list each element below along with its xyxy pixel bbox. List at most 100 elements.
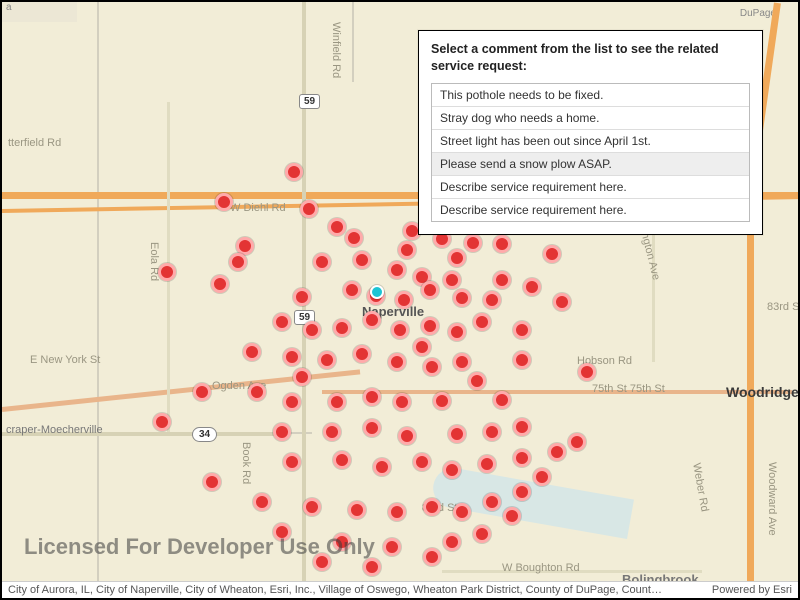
service-request-marker[interactable] xyxy=(443,533,461,551)
service-request-marker[interactable] xyxy=(303,321,321,339)
service-request-marker[interactable] xyxy=(345,229,363,247)
service-request-marker[interactable] xyxy=(473,313,491,331)
service-request-marker[interactable] xyxy=(493,235,511,253)
service-request-marker[interactable] xyxy=(343,281,361,299)
service-request-marker[interactable] xyxy=(243,343,261,361)
selected-marker[interactable] xyxy=(370,285,384,299)
service-request-marker[interactable] xyxy=(248,383,266,401)
service-request-marker[interactable] xyxy=(363,311,381,329)
service-request-marker[interactable] xyxy=(448,323,466,341)
service-request-marker[interactable] xyxy=(483,291,501,309)
service-request-marker[interactable] xyxy=(464,234,482,252)
service-request-marker[interactable] xyxy=(453,289,471,307)
service-request-marker[interactable] xyxy=(193,383,211,401)
service-request-marker[interactable] xyxy=(553,293,571,311)
service-request-marker[interactable] xyxy=(353,345,371,363)
comment-item[interactable]: Stray dog who needs a home. xyxy=(432,106,749,129)
service-request-marker[interactable] xyxy=(253,493,271,511)
service-request-marker[interactable] xyxy=(388,503,406,521)
service-request-marker[interactable] xyxy=(293,288,311,306)
service-request-marker[interactable] xyxy=(383,538,401,556)
service-request-marker[interactable] xyxy=(328,393,346,411)
service-request-marker[interactable] xyxy=(348,501,366,519)
service-request-marker[interactable] xyxy=(443,461,461,479)
service-request-marker[interactable] xyxy=(363,388,381,406)
service-request-marker[interactable] xyxy=(493,271,511,289)
service-request-marker[interactable] xyxy=(513,351,531,369)
service-request-marker[interactable] xyxy=(283,393,301,411)
service-request-marker[interactable] xyxy=(483,493,501,511)
region-label-top-right: DuPage xyxy=(740,8,776,19)
service-request-marker[interactable] xyxy=(363,419,381,437)
service-request-marker[interactable] xyxy=(578,363,596,381)
service-request-marker[interactable] xyxy=(543,245,561,263)
service-request-marker[interactable] xyxy=(363,558,381,576)
service-request-marker[interactable] xyxy=(513,321,531,339)
service-request-marker[interactable] xyxy=(421,281,439,299)
service-request-marker[interactable] xyxy=(273,313,291,331)
service-request-marker[interactable] xyxy=(523,278,541,296)
service-request-marker[interactable] xyxy=(443,271,461,289)
service-request-marker[interactable] xyxy=(318,351,336,369)
service-request-marker[interactable] xyxy=(215,193,233,211)
service-request-marker[interactable] xyxy=(313,253,331,271)
service-request-marker[interactable] xyxy=(229,253,247,271)
comment-item[interactable]: Describe service requirement here. xyxy=(432,198,749,221)
service-request-marker[interactable] xyxy=(413,453,431,471)
service-request-marker[interactable] xyxy=(453,503,471,521)
service-request-marker[interactable] xyxy=(373,458,391,476)
service-request-marker[interactable] xyxy=(153,413,171,431)
service-request-marker[interactable] xyxy=(391,321,409,339)
service-request-marker[interactable] xyxy=(478,455,496,473)
service-request-marker[interactable] xyxy=(158,263,176,281)
service-request-marker[interactable] xyxy=(203,473,221,491)
service-request-marker[interactable] xyxy=(513,483,531,501)
label-75th: 75th St 75th St xyxy=(592,383,665,395)
service-request-marker[interactable] xyxy=(300,200,318,218)
comment-item[interactable]: Please send a snow plow ASAP. xyxy=(432,152,749,175)
service-request-marker[interactable] xyxy=(388,261,406,279)
service-request-marker[interactable] xyxy=(473,525,491,543)
service-request-marker[interactable] xyxy=(423,498,441,516)
service-request-marker[interactable] xyxy=(533,468,551,486)
comment-item[interactable]: Street light has been out since April 1s… xyxy=(432,129,749,152)
service-request-marker[interactable] xyxy=(333,319,351,337)
comment-item[interactable]: Describe service requirement here. xyxy=(432,175,749,198)
service-request-marker[interactable] xyxy=(413,338,431,356)
service-request-marker[interactable] xyxy=(423,358,441,376)
service-request-marker[interactable] xyxy=(513,449,531,467)
service-request-marker[interactable] xyxy=(293,368,311,386)
service-request-marker[interactable] xyxy=(388,353,406,371)
service-request-marker[interactable] xyxy=(273,423,291,441)
service-request-marker[interactable] xyxy=(323,423,341,441)
service-request-marker[interactable] xyxy=(453,353,471,371)
service-request-marker[interactable] xyxy=(283,453,301,471)
service-request-marker[interactable] xyxy=(468,372,486,390)
service-request-marker[interactable] xyxy=(211,275,229,293)
service-request-marker[interactable] xyxy=(568,433,586,451)
service-request-marker[interactable] xyxy=(493,391,511,409)
comment-list[interactable]: This pothole needs to be fixed.Stray dog… xyxy=(431,83,750,222)
label-83rd-b: 83rd St xyxy=(767,301,798,313)
service-request-marker[interactable] xyxy=(283,348,301,366)
service-request-marker[interactable] xyxy=(423,548,441,566)
map-canvas[interactable]: a DuPage Winfield Rd tterfield Rd W Dieh… xyxy=(2,2,798,598)
service-request-marker[interactable] xyxy=(513,418,531,436)
service-request-marker[interactable] xyxy=(328,218,346,236)
service-request-marker[interactable] xyxy=(503,507,521,525)
comment-item[interactable]: This pothole needs to be fixed. xyxy=(432,84,749,106)
service-request-marker[interactable] xyxy=(285,163,303,181)
service-request-marker[interactable] xyxy=(483,423,501,441)
service-request-marker[interactable] xyxy=(433,392,451,410)
service-request-marker[interactable] xyxy=(398,241,416,259)
service-request-marker[interactable] xyxy=(421,317,439,335)
service-request-marker[interactable] xyxy=(398,427,416,445)
service-request-marker[interactable] xyxy=(333,451,351,469)
service-request-marker[interactable] xyxy=(448,425,466,443)
service-request-marker[interactable] xyxy=(448,249,466,267)
service-request-marker[interactable] xyxy=(353,251,371,269)
service-request-marker[interactable] xyxy=(548,443,566,461)
service-request-marker[interactable] xyxy=(303,498,321,516)
service-request-marker[interactable] xyxy=(393,393,411,411)
service-request-marker[interactable] xyxy=(395,291,413,309)
